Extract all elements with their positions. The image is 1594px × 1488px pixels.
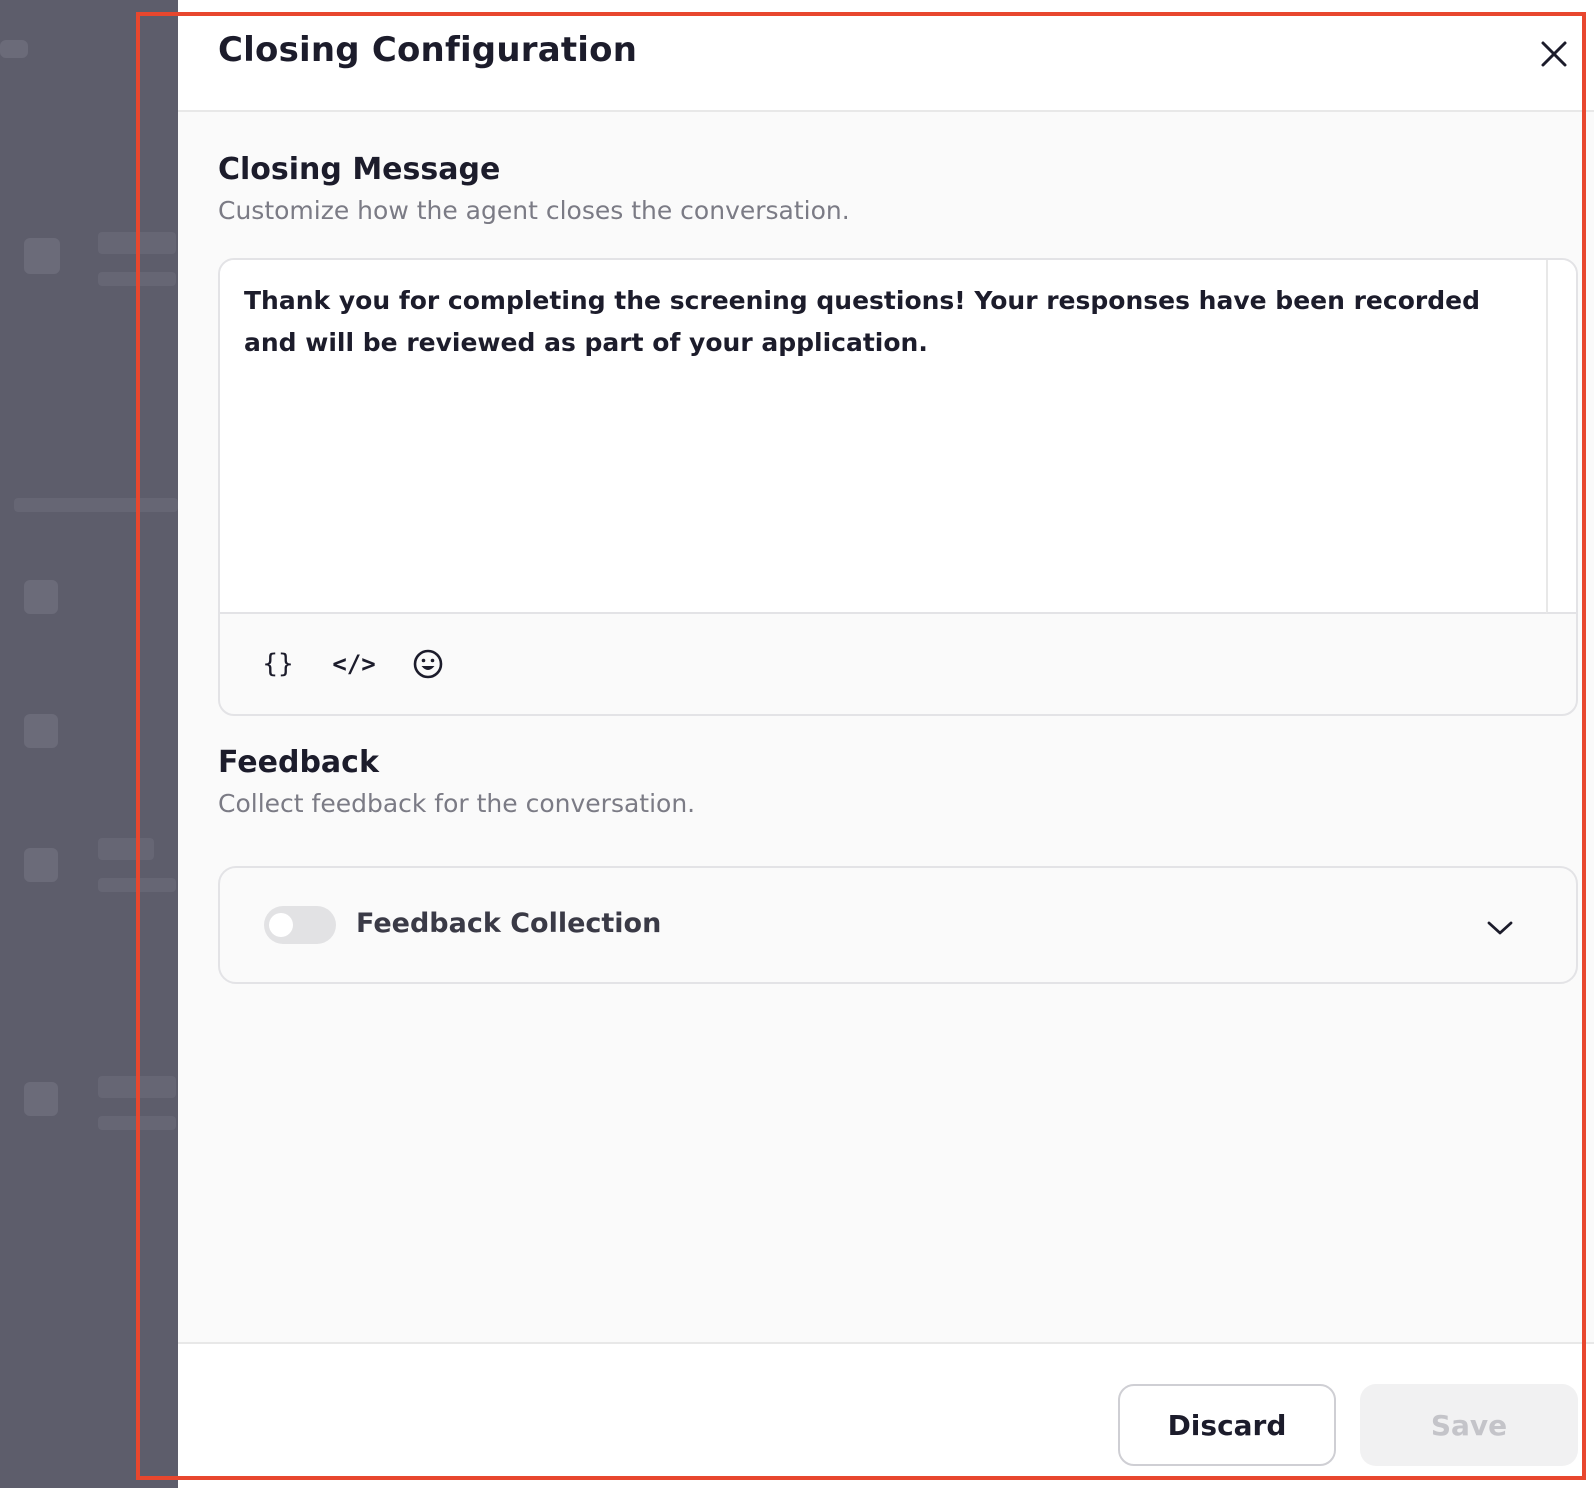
feedback-collection-label: Feedback Collection xyxy=(356,908,662,939)
background-fragment xyxy=(0,40,28,58)
insert-emoji-button[interactable] xyxy=(406,640,450,688)
closing-configuration-drawer: Closing Configuration Closing Message Cu… xyxy=(178,0,1594,1488)
toggle-knob xyxy=(269,913,293,937)
feedback-subtitle: Collect feedback for the conversation. xyxy=(218,789,696,818)
background-text xyxy=(98,878,176,892)
background-icon xyxy=(24,1082,58,1116)
background-icon xyxy=(24,238,60,274)
background-text xyxy=(98,838,154,860)
feedback-title: Feedback xyxy=(218,745,379,780)
expand-chevron-button[interactable] xyxy=(1480,908,1520,948)
variable-braces-icon: {} xyxy=(262,649,294,679)
drawer-footer: Discard Save xyxy=(178,1342,1594,1488)
background-text xyxy=(98,1076,176,1098)
discard-button[interactable]: Discard xyxy=(1118,1384,1336,1466)
background-icon xyxy=(24,848,58,882)
insert-code-button[interactable]: </> xyxy=(330,640,378,688)
background-icon xyxy=(24,714,58,748)
closing-message-title: Closing Message xyxy=(218,152,501,187)
close-icon xyxy=(1541,41,1567,67)
editor-scrollbar[interactable] xyxy=(1546,260,1576,614)
feedback-collection-toggle[interactable] xyxy=(264,906,336,944)
background-text xyxy=(98,1116,176,1130)
background-text xyxy=(98,232,176,254)
chevron-down-icon xyxy=(1487,921,1513,935)
drawer-title: Closing Configuration xyxy=(218,30,638,70)
close-button[interactable] xyxy=(1534,34,1574,74)
background-icon xyxy=(24,580,58,614)
closing-message-textarea[interactable]: Thank you for completing the screening q… xyxy=(220,260,1546,614)
drawer-header: Closing Configuration xyxy=(178,0,1594,112)
code-icon: </> xyxy=(332,650,376,678)
background-text xyxy=(98,272,176,286)
emoji-icon xyxy=(413,649,443,679)
background-text xyxy=(14,498,178,512)
insert-variable-button[interactable]: {} xyxy=(256,640,300,688)
save-button[interactable]: Save xyxy=(1360,1384,1578,1466)
closing-message-editor: Thank you for completing the screening q… xyxy=(218,258,1578,716)
feedback-collection-panel[interactable]: Feedback Collection xyxy=(218,866,1578,984)
closing-message-subtitle: Customize how the agent closes the conve… xyxy=(218,196,850,225)
